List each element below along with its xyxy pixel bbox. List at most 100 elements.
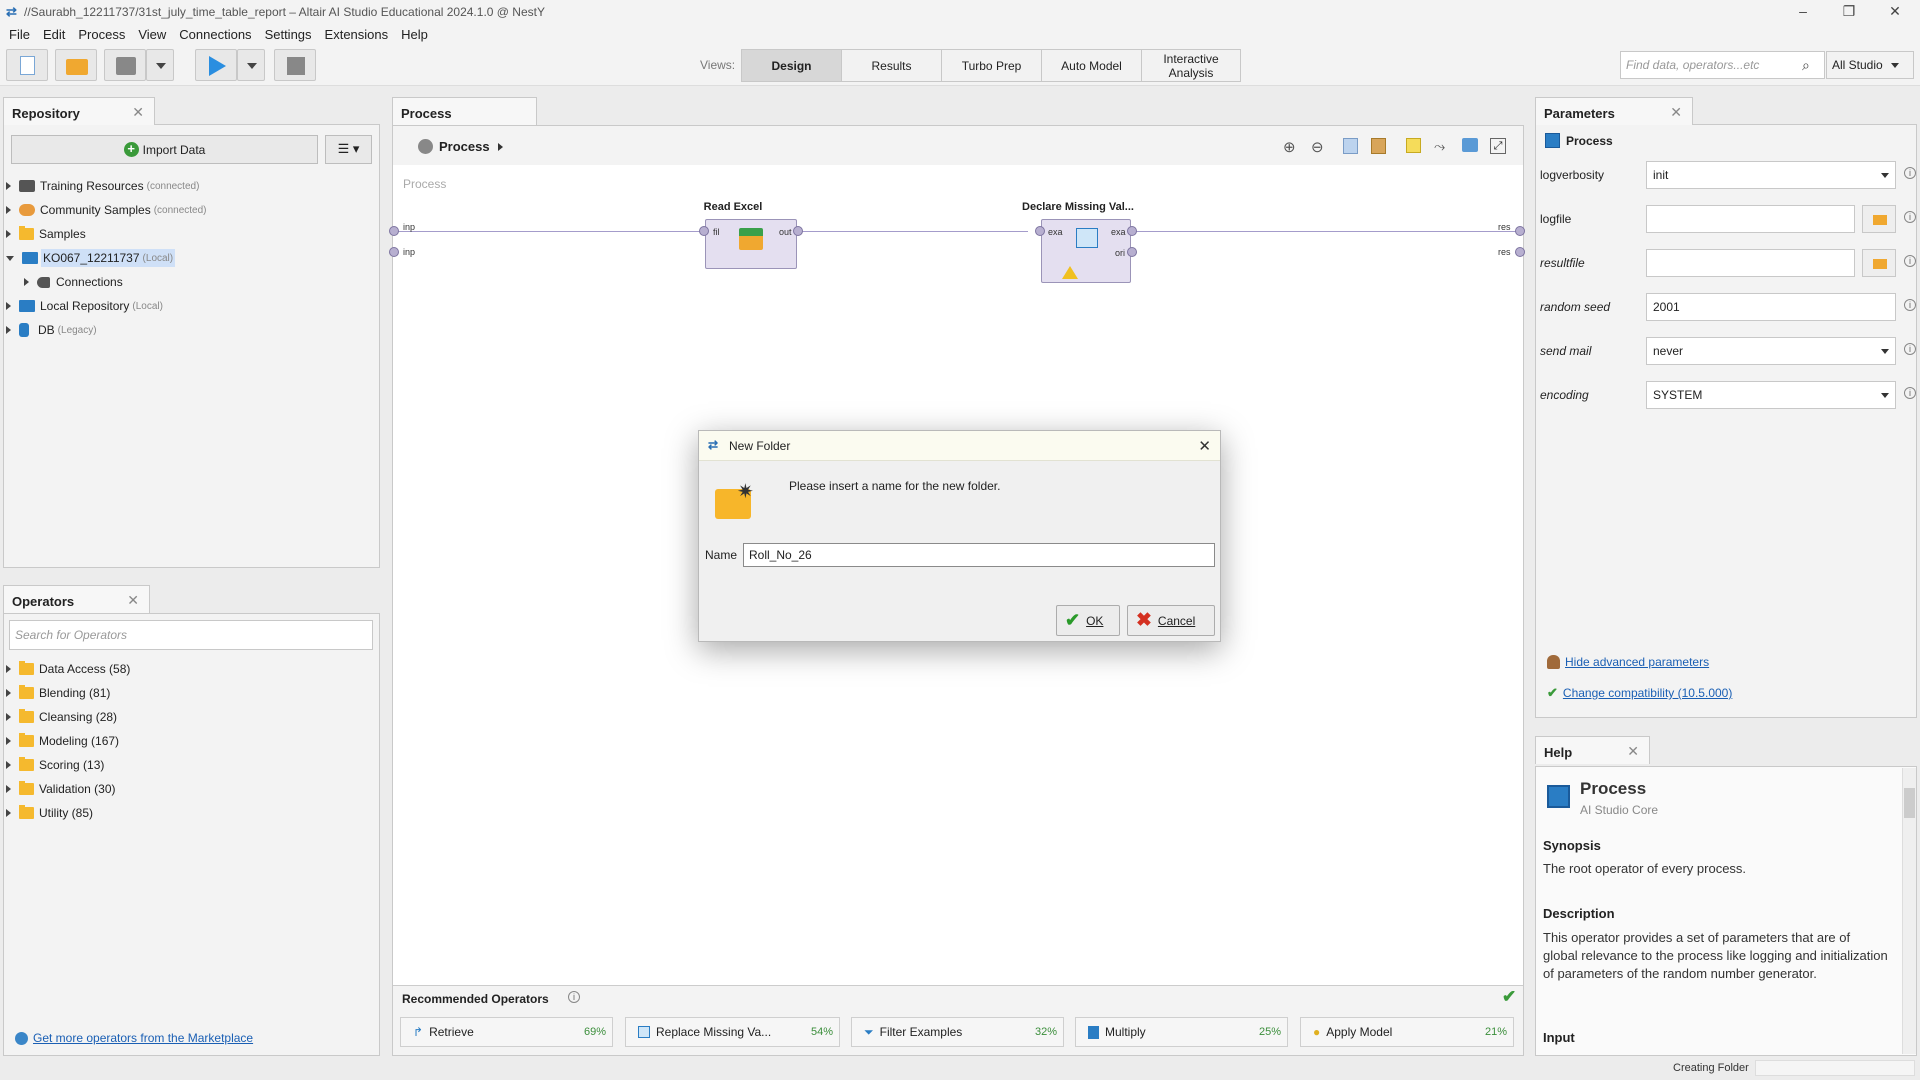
param-logfile-input[interactable] [1646, 205, 1855, 233]
recommended-retrieve[interactable]: ↱ Retrieve 69% [400, 1017, 613, 1047]
operator-search-input[interactable]: Search for Operators [9, 620, 373, 650]
operators-tab[interactable]: Operators ✕ [3, 585, 150, 613]
view-tab-turbo-prep[interactable]: Turbo Prep [941, 49, 1042, 82]
zoom-in-icon[interactable]: ⊕ [1283, 138, 1301, 156]
param-random-seed-input[interactable]: 2001 [1646, 293, 1896, 321]
operator-group-validation[interactable]: Validation (30) [6, 779, 116, 799]
minimize-icon[interactable]: – [1780, 0, 1826, 24]
process-output-port[interactable] [1515, 226, 1525, 236]
hide-advanced-link[interactable]: Hide advanced parameters [1565, 655, 1709, 669]
run-process-button[interactable] [195, 49, 237, 81]
checkmark-icon[interactable]: ✔ [1502, 987, 1516, 1007]
operator-group-data-access[interactable]: Data Access (58) [6, 659, 130, 679]
zoom-out-icon[interactable]: ⊖ [1311, 138, 1329, 156]
expand-icon[interactable] [6, 785, 11, 793]
scroll-thumb[interactable] [1904, 788, 1915, 818]
recommended-filter-examples[interactable]: ⏷ Filter Examples 32% [851, 1017, 1064, 1047]
auto-wire-icon[interactable]: ⤳ [1434, 138, 1450, 154]
expand-icon[interactable] [6, 230, 11, 238]
view-tab-auto-model[interactable]: Auto Model [1041, 49, 1142, 82]
param-send-mail-dropdown[interactable]: never [1646, 337, 1896, 365]
close-icon[interactable]: ✕ [132, 104, 144, 121]
help-tab[interactable]: Help ✕ [1535, 736, 1650, 764]
close-window-icon[interactable]: ✕ [1872, 0, 1918, 24]
process-input-port[interactable] [389, 247, 399, 257]
process-output-port[interactable] [1515, 247, 1525, 257]
recommended-apply-model[interactable]: ● Apply Model 21% [1300, 1017, 1514, 1047]
browse-button[interactable] [1862, 249, 1896, 277]
view-tab-design[interactable]: Design [741, 49, 842, 82]
expand-icon[interactable] [6, 665, 11, 673]
ok-button[interactable]: ✔ OK [1056, 605, 1120, 636]
expand-icon[interactable] [6, 761, 11, 769]
menu-process[interactable]: Process [78, 27, 125, 42]
expand-icon[interactable] [6, 182, 11, 190]
info-icon[interactable]: i [1904, 211, 1916, 223]
recommended-replace-missing[interactable]: Replace Missing Va... 54% [625, 1017, 840, 1047]
repo-item-db[interactable]: DB (Legacy) [6, 320, 97, 340]
save-options-button[interactable] [146, 49, 174, 81]
operator-group-utility[interactable]: Utility (85) [6, 803, 93, 823]
cancel-button[interactable]: ✖ Cancel [1127, 605, 1215, 636]
run-options-button[interactable] [237, 49, 265, 81]
close-icon[interactable]: ✕ [127, 592, 139, 609]
operator-output-port[interactable] [1127, 247, 1137, 257]
change-compatibility-link[interactable]: Change compatibility (10.5.000) [1563, 686, 1732, 700]
expand-icon[interactable] [24, 278, 29, 286]
import-data-button[interactable]: + Import Data [11, 135, 318, 164]
new-process-button[interactable] [6, 49, 48, 81]
open-process-button[interactable] [55, 49, 97, 81]
operator-output-port[interactable] [793, 226, 803, 236]
info-icon[interactable]: i [1904, 299, 1916, 311]
param-encoding-dropdown[interactable]: SYSTEM [1646, 381, 1896, 409]
repo-item-samples[interactable]: Samples [6, 224, 86, 244]
expand-icon[interactable] [6, 737, 11, 745]
info-icon[interactable]: i [1904, 167, 1916, 179]
expand-icon[interactable] [6, 689, 11, 697]
menu-extensions[interactable]: Extensions [325, 27, 389, 42]
view-tab-interactive-analysis[interactable]: Interactive Analysis [1141, 49, 1241, 82]
expand-icon[interactable] [6, 206, 11, 214]
repository-tab[interactable]: Repository ✕ [3, 97, 155, 125]
operator-group-modeling[interactable]: Modeling (167) [6, 731, 119, 751]
operator-output-port[interactable] [1127, 226, 1137, 236]
layers-icon[interactable] [1462, 138, 1478, 152]
repository-menu-button[interactable]: ☰ ▾ [325, 135, 372, 164]
repo-item-training-resources[interactable]: Training Resources (connected) [6, 176, 199, 196]
process-tab[interactable]: Process [392, 97, 537, 125]
close-icon[interactable]: ✕ [1198, 437, 1211, 455]
global-search-input[interactable]: Find data, operators...etc [1620, 51, 1825, 79]
breadcrumb[interactable]: Process [418, 139, 503, 154]
operator-input-port[interactable] [1035, 226, 1045, 236]
process-input-port[interactable] [389, 226, 399, 236]
repo-item-community-samples[interactable]: Community Samples (connected) [6, 200, 207, 220]
info-icon[interactable]: i [568, 991, 580, 1003]
new-note-icon[interactable] [1406, 138, 1421, 153]
marketplace-link[interactable]: Get more operators from the Marketplace [33, 1031, 253, 1045]
expand-icon[interactable] [6, 713, 11, 721]
save-process-button[interactable] [104, 49, 146, 81]
parameters-tab[interactable]: Parameters ✕ [1535, 97, 1693, 125]
repo-item-connections[interactable]: Connections [24, 272, 123, 292]
copy-icon[interactable] [1343, 138, 1358, 154]
close-icon[interactable]: ✕ [1627, 743, 1639, 760]
expand-icon[interactable] [6, 326, 11, 334]
fit-icon[interactable]: ⤢ [1490, 138, 1506, 154]
expand-icon[interactable] [6, 809, 11, 817]
browse-button[interactable] [1862, 205, 1896, 233]
help-scrollbar[interactable] [1902, 768, 1916, 1054]
expand-icon[interactable] [6, 302, 11, 310]
info-icon[interactable]: i [1904, 387, 1916, 399]
operator-input-port[interactable] [699, 226, 709, 236]
paste-icon[interactable] [1371, 138, 1386, 154]
menu-help[interactable]: Help [401, 27, 428, 42]
param-logverbosity-dropdown[interactable]: init [1646, 161, 1896, 189]
view-tab-results[interactable]: Results [841, 49, 942, 82]
info-icon[interactable]: i [1904, 343, 1916, 355]
collapse-icon[interactable] [6, 255, 14, 261]
repo-item-ko067[interactable]: KO067_12211737 (Local) [6, 248, 176, 268]
operator-group-scoring[interactable]: Scoring (13) [6, 755, 104, 775]
folder-name-input[interactable]: Roll_No_26 [743, 543, 1215, 567]
menu-connections[interactable]: Connections [179, 27, 251, 42]
operator-group-cleansing[interactable]: Cleansing (28) [6, 707, 117, 727]
